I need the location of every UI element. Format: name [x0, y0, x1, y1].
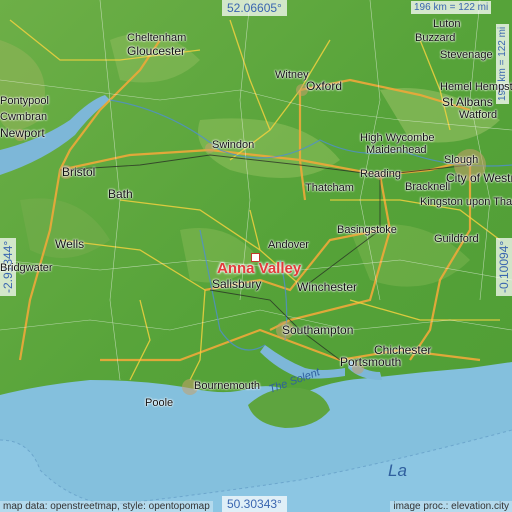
place-label: Slough	[444, 154, 479, 166]
place-label: Basingstoke	[337, 224, 397, 236]
place-label: Cheltenham	[127, 32, 187, 44]
place-label: Watford	[459, 109, 498, 121]
place-label: Andover	[268, 239, 309, 251]
place-label: Bath	[108, 187, 133, 201]
north-latitude-label: 52.06605°	[222, 0, 287, 16]
place-label: Poole	[145, 397, 174, 409]
place-label: Bracknell	[405, 181, 451, 193]
place-label: Guildford	[434, 233, 479, 245]
map-credit-left: map data: openstreetmap, style: opentopo…	[0, 501, 213, 512]
place-label: Maidenhead	[366, 144, 427, 156]
highlight-location-label[interactable]: Anna Valley	[217, 260, 301, 277]
place-label: Stevenage	[440, 49, 493, 61]
place-label: Bristol	[62, 165, 96, 179]
water-label: La	[388, 461, 407, 480]
place-label: Swindon	[212, 139, 255, 151]
east-longitude-label: -0.10094°	[496, 237, 512, 296]
place-label: High Wycombe	[360, 132, 435, 144]
place-label: Gloucester	[127, 44, 186, 58]
place-label: Buzzard	[415, 32, 456, 44]
place-label: Pontypool	[0, 95, 49, 107]
place-label: Bournemouth	[194, 380, 261, 392]
place-label: Portsmouth	[340, 355, 402, 369]
place-label: Bridgwater	[0, 262, 53, 274]
place-label: Thatcham	[305, 182, 354, 194]
map-credit-right: image proc.: elevation.city	[390, 501, 512, 512]
place-label: St Albans	[442, 95, 493, 109]
place-label: Reading	[360, 168, 401, 180]
south-latitude-label: 50.30343°	[222, 496, 287, 512]
place-label: Winchester	[297, 280, 358, 294]
place-label: Kingston upon Thames	[420, 196, 512, 208]
place-label: Southampton	[282, 323, 354, 337]
place-label: Salisbury	[212, 277, 262, 291]
map-view[interactable]: 52.06605° 50.30343° -2.91344° -0.10094° …	[0, 0, 512, 512]
horizontal-scale-label: 196 km = 122 mi	[411, 1, 492, 14]
place-label: Cwmbran	[0, 111, 48, 123]
place-label: Hemel Hempstead	[440, 81, 512, 93]
place-label: City of Westminster	[446, 171, 512, 185]
place-label: Luton	[433, 18, 461, 30]
place-label: Newport	[0, 126, 45, 140]
place-label: Oxford	[306, 79, 343, 93]
place-label: Wells	[55, 237, 85, 251]
place-label: Witney	[275, 69, 309, 81]
